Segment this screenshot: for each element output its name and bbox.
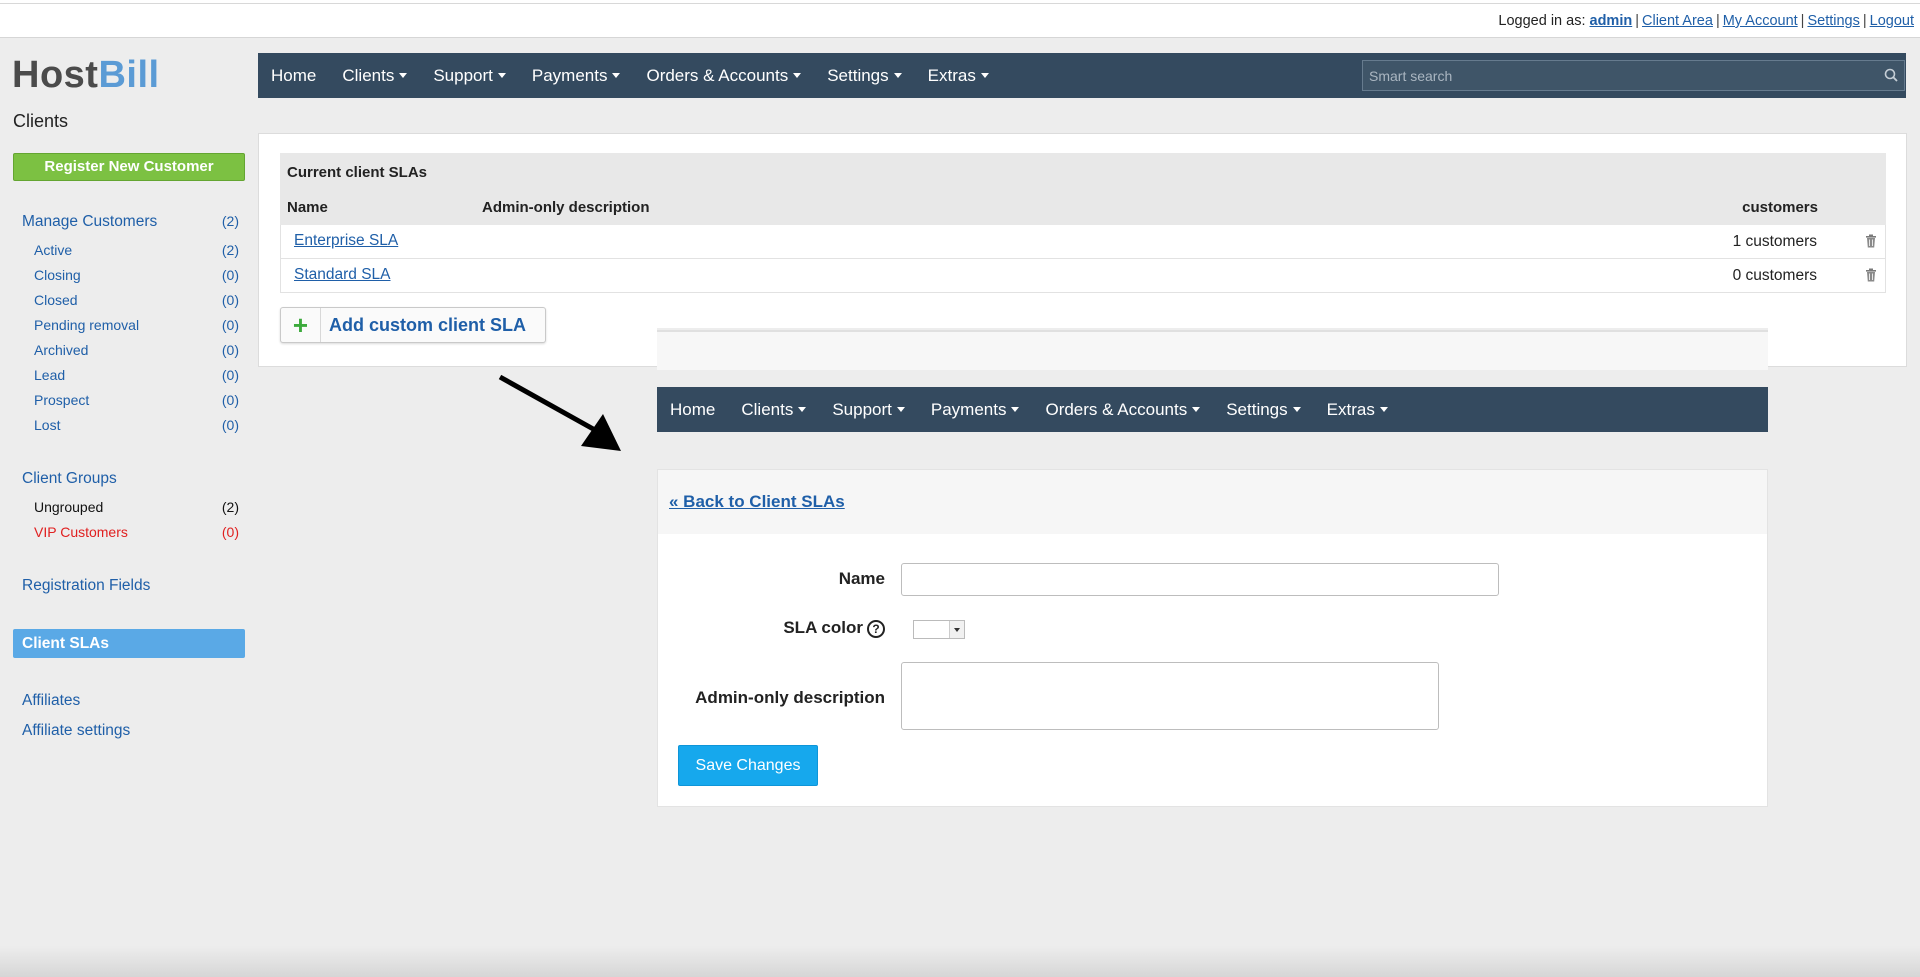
logout-link[interactable]: Logout [1870,13,1914,29]
nav-orders-accounts[interactable]: Orders & Accounts [646,66,802,86]
arrow-annotation-icon [498,374,621,451]
caret-down-icon [896,407,905,412]
back-to-client-slas-link[interactable]: « Back to Client SLAs [669,492,845,512]
sidebar-item-lead[interactable]: Lead (0) [13,367,245,383]
caret-down-icon [612,73,621,78]
caret-down-icon [1379,407,1388,412]
back-bar: « Back to Client SLAs [658,470,1767,534]
caret-down-icon [798,407,807,412]
customers-count: 1 customers [1732,233,1817,250]
column-name: Name [287,199,328,216]
nav-settings[interactable]: Settings [1226,400,1301,420]
main-nav-overlay: Home Clients Support Payments Orders & A… [657,387,1768,432]
name-label: Name [838,569,885,588]
sidebar-item-closing[interactable]: Closing (0) [13,267,245,283]
nav-settings[interactable]: Settings [827,66,902,86]
logged-in-label: Logged in as: [1498,13,1586,29]
sidebar-item-manage-customers[interactable]: Manage Customers (2) [13,213,245,231]
sidebar-item-registration-fields[interactable]: Registration Fields [13,577,245,595]
nav-clients[interactable]: Clients [342,66,408,86]
my-account-link[interactable]: My Account [1723,13,1798,29]
search-icon[interactable] [1884,68,1898,82]
nav-extras[interactable]: Extras [1327,400,1388,420]
admin-description-label: Admin-only description [695,688,885,707]
overlay-top-strip [657,330,1768,370]
caret-down-icon [793,73,802,78]
client-area-link[interactable]: Client Area [1642,13,1713,29]
caret-down-icon [1192,407,1201,412]
name-field[interactable] [901,563,1499,596]
sla-form-panel: « Back to Client SLAs Name SLA color? Ad… [657,469,1768,807]
sidebar-item-prospect[interactable]: Prospect (0) [13,392,245,408]
smart-search[interactable] [1362,60,1905,91]
sidebar-item-closed[interactable]: Closed (0) [13,292,245,308]
caret-down-icon [497,73,506,78]
admin-description-field[interactable] [901,662,1439,730]
plus-icon: + [281,308,321,342]
nav-home[interactable]: Home [271,66,316,86]
register-new-customer-button[interactable]: Register New Customer [13,153,245,181]
chevron-down-icon [949,621,964,638]
user-links: Logged in as: admin | Client Area | My Accou… [1498,13,1914,29]
sla-color-label: SLA color? [658,618,885,638]
sla-color-select[interactable] [913,620,965,639]
sidebar-item-pending-removal[interactable]: Pending removal (0) [13,317,245,333]
sidebar-item-affiliates[interactable]: Affiliates [13,692,245,710]
trash-icon[interactable] [1865,234,1877,248]
sidebar-item-ungrouped[interactable]: Ungrouped (2) [13,499,245,515]
bottom-shade [0,946,1920,977]
settings-link[interactable]: Settings [1807,13,1859,29]
save-changes-button[interactable]: Save Changes [678,745,818,786]
sla-link-standard[interactable]: Standard SLA [294,266,391,284]
nav-support[interactable]: Support [433,66,506,86]
nav-payments[interactable]: Payments [931,400,1020,420]
sidebar-item-affiliate-settings[interactable]: Affiliate settings [13,722,245,740]
sidebar-title: Clients [13,111,69,131]
caret-down-icon [399,73,408,78]
table-row: Enterprise SLA 1 customers [280,225,1886,259]
column-customers: customers [1742,199,1818,216]
sidebar-item-active[interactable]: Active (2) [13,242,245,258]
sidebar-item-vip-customers[interactable]: VIP Customers (0) [13,524,245,540]
caret-down-icon [893,73,902,78]
nav-support[interactable]: Support [832,400,905,420]
sla-table: Current client SLAs Name Admin-only desc… [280,153,1886,293]
sidebar-item-client-slas[interactable]: Client SLAs [13,629,245,658]
smart-search-input[interactable] [1363,61,1904,90]
admin-user-link[interactable]: admin [1590,13,1633,29]
customers-count: 0 customers [1732,267,1817,284]
hostbill-logo[interactable]: HostBill [12,54,160,97]
sidebar-item-lost[interactable]: Lost (0) [13,417,245,433]
add-custom-sla-button[interactable]: + Add custom client SLA [280,307,546,343]
nav-payments[interactable]: Payments [532,66,621,86]
caret-down-icon [1011,407,1020,412]
trash-icon[interactable] [1865,268,1877,282]
table-row: Standard SLA 0 customers [280,259,1886,293]
caret-down-icon [980,73,989,78]
nav-orders-accounts[interactable]: Orders & Accounts [1045,400,1201,420]
sla-table-header: Current client SLAs Name Admin-only desc… [280,153,1886,225]
nav-home[interactable]: Home [670,400,715,420]
help-icon[interactable]: ? [867,619,885,638]
sla-table-caption: Current client SLAs [287,164,428,181]
top-user-bar: Logged in as: admin | Client Area | My Accou… [0,4,1920,38]
column-description: Admin-only description [482,199,650,216]
nav-clients[interactable]: Clients [741,400,807,420]
sidebar-item-client-groups[interactable]: Client Groups [13,470,245,488]
sidebar-item-archived[interactable]: Archived (0) [13,342,245,358]
caret-down-icon [1292,407,1301,412]
nav-extras[interactable]: Extras [928,66,989,86]
sla-link-enterprise[interactable]: Enterprise SLA [294,232,398,250]
